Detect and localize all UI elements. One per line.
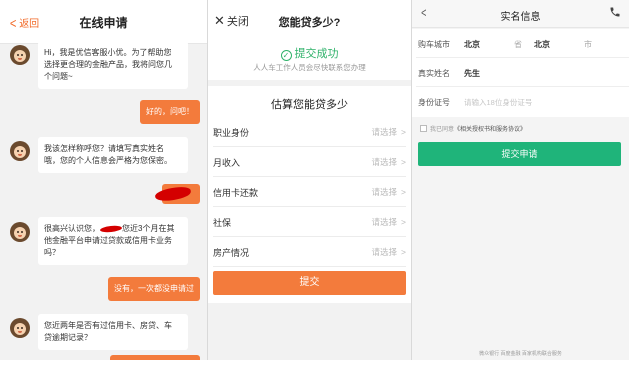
id-number-field[interactable]: 请输入18位身份证号 — [464, 97, 532, 108]
chevron-right-icon: > — [401, 157, 406, 167]
submit-application-button[interactable]: 提交申请 — [418, 142, 621, 166]
name-row: 真实姓名 先生 — [416, 58, 629, 87]
id-row: 身份证号 请输入18位身份证号 — [418, 97, 533, 108]
chat-message-agent: 我该怎样称呼您？请填写真实姓名 哦，您的个人信息会严格为您保密。 — [38, 137, 188, 173]
row-credit-card-repayment[interactable]: 信用卡还款 请选择 > — [213, 177, 406, 207]
real-name-nav-bar: < 实名信息 — [412, 0, 629, 28]
real-name-form: 购车城市 北京 省 北京 市 真实姓名 先生 身份证号 请输入18位身份证号 — [412, 29, 629, 117]
chat-message-agent: 很高兴认识您， 您近3个月在其 他金融平台申请过贷款或信用卡业务 吗？ — [38, 217, 188, 265]
real-name-title: 实名信息 — [500, 12, 541, 23]
estimate-section-title: 估算您能贷多少 — [271, 99, 348, 111]
agreement-link[interactable]: 《相关授权书和服务协议》 — [454, 124, 526, 133]
estimate-nav-bar: ✕ 关闭 您能贷多少? — [208, 0, 411, 40]
chat-message-user-partial — [110, 355, 200, 360]
city-select[interactable]: 北京 — [534, 39, 550, 50]
chat-message-agent: Hi，我是优信客服小优。为了帮助您 选择更合理的金融产品，我将问您几 个问题~ — [38, 41, 188, 89]
agent-avatar — [10, 45, 30, 65]
agreement: 我已同意 《相关授权书和服务协议》 — [420, 124, 526, 133]
phone-icon[interactable] — [609, 6, 621, 18]
row-occupation[interactable]: 职业身份 请选择 > — [213, 117, 406, 147]
partner-footer: 微众银行 百度金融 百家机构联合服务 — [479, 351, 562, 357]
chevron-right-icon: > — [401, 247, 406, 257]
city-row: 购车城市 北京 省 北京 市 — [416, 29, 629, 58]
estimate-submit-button[interactable]: 提交 — [213, 271, 406, 295]
chat-message-agent: 您近两年是否有过信用卡、房贷、车 贷逾期记录？ — [38, 314, 188, 350]
redaction-mark — [99, 224, 123, 234]
agent-avatar — [10, 318, 30, 338]
chevron-right-icon: > — [401, 127, 406, 137]
province-select[interactable]: 北京 — [464, 39, 480, 50]
chat-message-user: 好的，问吧！ — [140, 100, 200, 124]
loan-estimate-panel: ✕ 关闭 您能贷多少? ✓ 提交成功 人人车工作人员会尽快联系您办理 估算您能贷多… — [208, 0, 411, 360]
bottom-background — [208, 303, 411, 360]
chat-title: 在线申请 — [79, 16, 128, 30]
success-message: ✓ 提交成功 — [208, 45, 411, 61]
chat-nav-bar: < 返回 在线申请 — [0, 0, 207, 44]
agent-avatar — [10, 222, 30, 242]
success-subtext: 人人车工作人员会尽快联系您办理 — [253, 63, 366, 72]
real-name-panel: < 实名信息 购车城市 北京 省 北京 市 真实姓名 先生 身份证号 请输入18… — [412, 0, 629, 360]
section-gap — [208, 80, 411, 86]
name-field[interactable]: 先生 — [464, 68, 480, 79]
chevron-right-icon: > — [401, 217, 406, 227]
agreement-checkbox[interactable] — [420, 125, 427, 132]
agent-avatar — [10, 141, 30, 161]
row-monthly-income[interactable]: 月收入 请选择 > — [213, 147, 406, 177]
chat-panel: < 返回 在线申请 Hi，我是优信客服小优。为了帮助您 选择更合理的金融产品，我… — [0, 0, 207, 360]
chevron-right-icon: > — [401, 187, 406, 197]
estimate-title: 您能贷多少? — [278, 17, 341, 29]
check-circle-icon: ✓ — [280, 50, 292, 61]
row-social-security[interactable]: 社保 请选择 > — [213, 207, 406, 237]
row-property[interactable]: 房产情况 请选择 > — [213, 237, 406, 267]
chat-message-user: 没有，一次都没申请过 — [108, 277, 200, 301]
